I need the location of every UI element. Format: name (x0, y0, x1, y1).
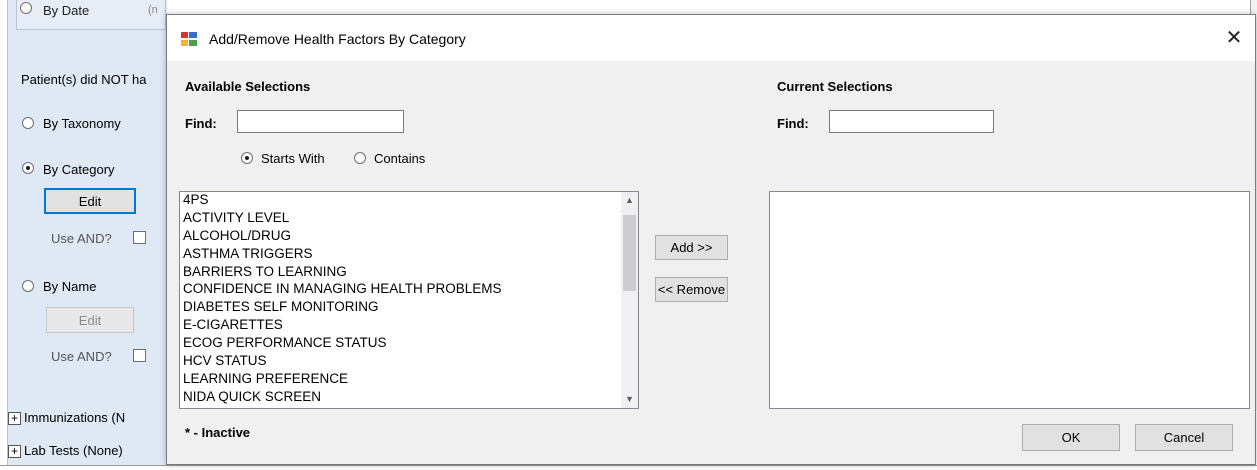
name-edit-button[interactable]: Edit (46, 307, 134, 333)
available-selections-header: Available Selections (185, 79, 311, 94)
contains-label: Contains (374, 151, 426, 166)
list-item[interactable]: DIABETES SELF MONITORING (183, 299, 638, 317)
list-item[interactable]: CONFIDENCE IN MANAGING HEALTH PROBLEMS (183, 281, 638, 299)
starts-with-label: Starts With (261, 151, 325, 166)
expand-lab-tests-icon[interactable]: + (8, 445, 21, 458)
close-icon[interactable]: ✕ (1221, 25, 1247, 51)
by-category-label: By Category (43, 162, 115, 177)
app-icon (181, 32, 197, 46)
use-and-2-checkbox[interactable] (133, 349, 146, 362)
not-have-label: Patient(s) did NOT ha (21, 72, 147, 87)
list-item[interactable]: ACTIVITY LEVEL (183, 210, 638, 228)
starts-with-radio[interactable] (241, 152, 253, 164)
available-list-items: 4PS ACTIVITY LEVEL ALCOHOL/DRUG ASTHMA TRIG… (180, 192, 638, 407)
ok-button[interactable]: OK (1022, 424, 1120, 451)
by-date-row (16, 0, 166, 30)
list-item[interactable]: NIDA QUICK SCREEN (183, 389, 638, 407)
scroll-up-icon[interactable]: ▲ (621, 192, 638, 209)
dialog-title: Add/Remove Health Factors By Category (209, 31, 466, 47)
parent-bottom-edge (0, 465, 1257, 470)
list-item[interactable]: ALCOHOL/DRUG (183, 228, 638, 246)
current-selections-header: Current Selections (777, 79, 893, 94)
category-edit-button[interactable]: Edit (44, 188, 136, 214)
expand-immunizations-icon[interactable]: + (8, 412, 21, 425)
by-date-radio[interactable] (20, 2, 32, 14)
by-taxonomy-radio[interactable] (22, 117, 34, 129)
current-find-input[interactable] (829, 110, 994, 133)
list-item[interactable]: ASTHMA TRIGGERS (183, 246, 638, 264)
available-list[interactable]: 4PS ACTIVITY LEVEL ALCOHOL/DRUG ASTHMA TRIG… (179, 191, 639, 409)
list-item[interactable]: ECOG PERFORMANCE STATUS (183, 335, 638, 353)
list-item[interactable]: HCV STATUS (183, 353, 638, 371)
immunizations-label[interactable]: Immunizations (N (24, 410, 125, 425)
dialog-titlebar: Add/Remove Health Factors By Category ✕ (167, 15, 1255, 61)
list-item[interactable]: 4PS (183, 192, 638, 210)
scroll-thumb[interactable] (623, 215, 636, 291)
scroll-down-icon[interactable]: ▼ (621, 391, 638, 408)
current-list[interactable] (769, 191, 1250, 409)
list-item[interactable]: E-CIGARETTES (183, 317, 638, 335)
by-category-radio[interactable] (22, 162, 34, 174)
available-list-scrollbar[interactable]: ▲ ▼ (621, 192, 638, 408)
use-and-2-label: Use AND? (51, 349, 112, 364)
list-item[interactable]: LEARNING PREFERENCE (183, 371, 638, 389)
available-find-input[interactable] (237, 110, 404, 133)
by-taxonomy-label: By Taxonomy (43, 116, 121, 131)
remove-button[interactable]: << Remove (655, 277, 728, 302)
cancel-button[interactable]: Cancel (1135, 424, 1233, 451)
current-find-label: Find: (777, 116, 809, 131)
by-name-radio[interactable] (22, 280, 34, 292)
by-name-label: By Name (43, 279, 97, 294)
lab-tests-label[interactable]: Lab Tests (None) (24, 443, 123, 458)
inactive-note: * - Inactive (185, 425, 251, 440)
use-and-checkbox[interactable] (133, 231, 146, 244)
available-find-label: Find: (185, 116, 217, 131)
list-item[interactable]: BARRIERS TO LEARNING (183, 264, 638, 282)
health-factors-dialog: Add/Remove Health Factors By Category ✕ … (166, 14, 1256, 465)
add-button[interactable]: Add >> (655, 235, 728, 260)
contains-radio[interactable] (354, 152, 366, 164)
use-and-label: Use AND? (51, 231, 112, 246)
by-date-label: By Date (43, 3, 90, 18)
date-field-fragment: (n (148, 4, 158, 16)
